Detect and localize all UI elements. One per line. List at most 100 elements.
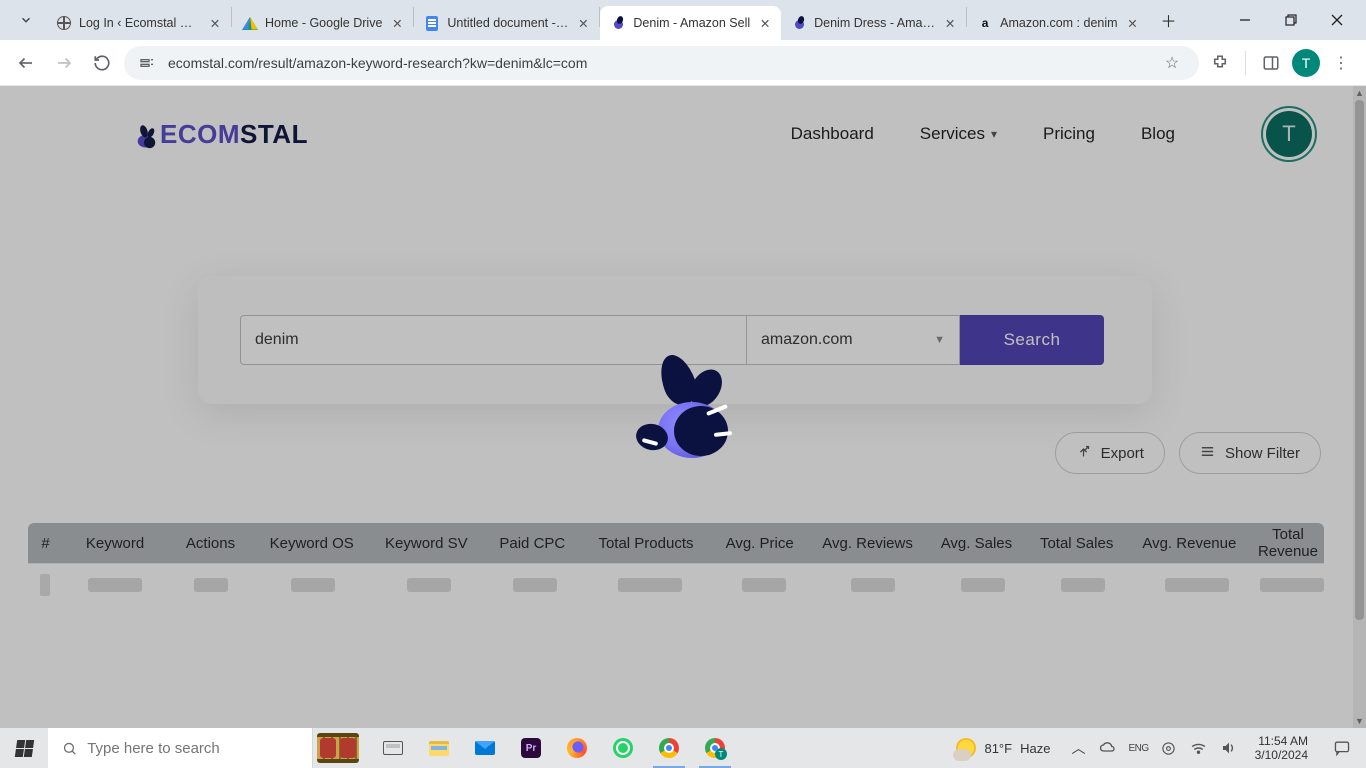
site-header: ECOMSTAL Dashboard Services▾ Pricing Blo… — [0, 94, 1353, 174]
whatsapp-icon — [613, 738, 633, 758]
volume-icon[interactable] — [1219, 738, 1239, 758]
marketplace-select[interactable]: amazon.com ▼ — [746, 315, 960, 365]
td-skeleton — [1033, 578, 1134, 592]
window-close-button[interactable] — [1314, 4, 1360, 36]
nav-blog[interactable]: Blog — [1141, 124, 1175, 144]
firefox-app-button[interactable] — [555, 728, 599, 768]
forward-button[interactable] — [48, 47, 80, 79]
window-restore-button[interactable] — [1268, 4, 1314, 36]
show-filter-button[interactable]: Show Filter — [1179, 432, 1321, 474]
wifi-icon[interactable] — [1189, 738, 1209, 758]
tab-close-icon[interactable]: ✕ — [942, 15, 958, 31]
chrome-profile-app-button[interactable]: T — [693, 728, 737, 768]
browser-tab[interactable]: Home - Google Drive ✕ — [232, 6, 413, 40]
start-button[interactable] — [0, 728, 48, 768]
th-total-products[interactable]: Total Products — [581, 535, 710, 552]
nav-pricing[interactable]: Pricing — [1043, 124, 1095, 144]
th-keyword-sv[interactable]: Keyword SV — [369, 535, 483, 552]
browser-toolbar: ecomstal.com/result/amazon-keyword-resea… — [0, 40, 1366, 86]
th-actions[interactable]: Actions — [167, 535, 254, 552]
weather-haze-icon — [956, 738, 976, 758]
taskbar-pinned-media[interactable] — [313, 728, 363, 768]
main-nav: Dashboard Services▾ Pricing Blog T — [791, 106, 1317, 162]
mail-app-button[interactable] — [463, 728, 507, 768]
nav-dashboard[interactable]: Dashboard — [791, 124, 874, 144]
user-avatar[interactable]: T — [1261, 106, 1317, 162]
td-skeleton — [715, 578, 814, 592]
scroll-thumb[interactable] — [1355, 100, 1364, 620]
browser-tab[interactable]: a Amazon.com : denim ✕ — [967, 6, 1148, 40]
tab-search-button[interactable] — [8, 6, 44, 34]
td-skeleton — [371, 578, 485, 592]
premiere-app-button[interactable]: Pr — [509, 728, 553, 768]
taskbar-search-input[interactable] — [87, 740, 298, 757]
browser-tab-active[interactable]: Denim - Amazon Sell ✕ — [600, 6, 781, 40]
onedrive-icon[interactable] — [1098, 738, 1118, 758]
site-logo[interactable]: ECOMSTAL — [130, 119, 308, 150]
task-view-button[interactable] — [371, 728, 415, 768]
th-avg-reviews[interactable]: Avg. Reviews — [809, 535, 927, 552]
side-panel-icon[interactable] — [1256, 48, 1286, 78]
th-avg-sales[interactable]: Avg. Sales — [926, 535, 1026, 552]
tab-close-icon[interactable]: ✕ — [757, 15, 773, 31]
taskbar-search[interactable] — [48, 728, 313, 768]
drive-icon — [242, 15, 258, 31]
export-button[interactable]: Export — [1055, 432, 1165, 474]
chrome-icon — [659, 738, 679, 758]
browser-tab[interactable]: Denim Dress - Amazo ✕ — [781, 6, 966, 40]
nav-services[interactable]: Services▾ — [920, 124, 997, 144]
location-icon[interactable] — [1159, 738, 1179, 758]
page-scrollbar[interactable]: ▲ ▼ — [1353, 86, 1366, 728]
file-explorer-button[interactable] — [417, 728, 461, 768]
action-row: Export Show Filter — [1055, 432, 1321, 474]
td-skeleton — [255, 578, 371, 592]
td-skeleton — [486, 578, 585, 592]
tab-close-icon[interactable]: ✕ — [207, 15, 223, 31]
nav-label: Pricing — [1043, 124, 1095, 144]
tab-title: Home - Google Drive — [265, 16, 382, 30]
tab-title: Log In ‹ Ecomstal — W — [79, 16, 200, 30]
chrome-app-button[interactable] — [647, 728, 691, 768]
export-label: Export — [1101, 445, 1144, 462]
th-total-revenue[interactable]: Total Revenue — [1252, 526, 1324, 560]
tab-title: Amazon.com : denim — [1000, 16, 1117, 30]
search-button[interactable]: Search — [960, 315, 1104, 365]
back-button[interactable] — [10, 47, 42, 79]
reload-button[interactable] — [86, 47, 118, 79]
windows-taskbar: Pr T 81°F Haze ︿ ENG 11:54 AM 3/10/2024 — [0, 728, 1366, 768]
scroll-down-arrow[interactable]: ▼ — [1353, 714, 1366, 728]
keyword-input[interactable] — [240, 315, 746, 365]
th-total-sales[interactable]: Total Sales — [1027, 535, 1127, 552]
extensions-icon[interactable] — [1205, 48, 1235, 78]
th-paid-cpc[interactable]: Paid CPC — [483, 535, 581, 552]
browser-tab-strip: Log In ‹ Ecomstal — W ✕ Home - Google Dr… — [0, 0, 1366, 40]
tab-close-icon[interactable]: ✕ — [389, 15, 405, 31]
tab-close-icon[interactable]: ✕ — [575, 15, 591, 31]
th-avg-revenue[interactable]: Avg. Revenue — [1127, 535, 1252, 552]
tray-chevron-icon[interactable]: ︿ — [1068, 738, 1088, 758]
language-indicator[interactable]: ENG — [1128, 738, 1148, 758]
site-info-icon[interactable] — [136, 52, 158, 74]
scroll-up-arrow[interactable]: ▲ — [1353, 86, 1366, 100]
window-minimize-button[interactable] — [1222, 4, 1268, 36]
tab-close-icon[interactable]: ✕ — [1125, 15, 1141, 31]
th-index[interactable]: # — [28, 535, 63, 552]
whatsapp-app-button[interactable] — [601, 728, 645, 768]
browser-tab[interactable]: Log In ‹ Ecomstal — W ✕ — [46, 6, 231, 40]
docs-icon — [424, 15, 440, 31]
th-keyword-os[interactable]: Keyword OS — [254, 535, 370, 552]
new-tab-button[interactable]: ＋ — [1155, 6, 1183, 34]
tab-title: Denim Dress - Amazo — [814, 16, 935, 30]
weather-widget[interactable]: 81°F Haze — [948, 738, 1058, 758]
th-avg-price[interactable]: Avg. Price — [710, 535, 808, 552]
taskbar-clock[interactable]: 11:54 AM 3/10/2024 — [1249, 734, 1314, 762]
th-keyword[interactable]: Keyword — [63, 535, 167, 552]
action-center-button[interactable] — [1324, 728, 1360, 768]
tab-title: Denim - Amazon Sell — [633, 16, 750, 30]
address-bar[interactable]: ecomstal.com/result/amazon-keyword-resea… — [124, 46, 1199, 80]
browser-tab[interactable]: Untitled document - G ✕ — [414, 6, 599, 40]
chrome-menu-icon[interactable]: ⋮ — [1326, 48, 1356, 78]
chevron-down-icon: ▾ — [991, 127, 997, 141]
bookmark-star-icon[interactable]: ☆ — [1157, 48, 1187, 78]
browser-profile-avatar[interactable]: T — [1292, 49, 1320, 77]
